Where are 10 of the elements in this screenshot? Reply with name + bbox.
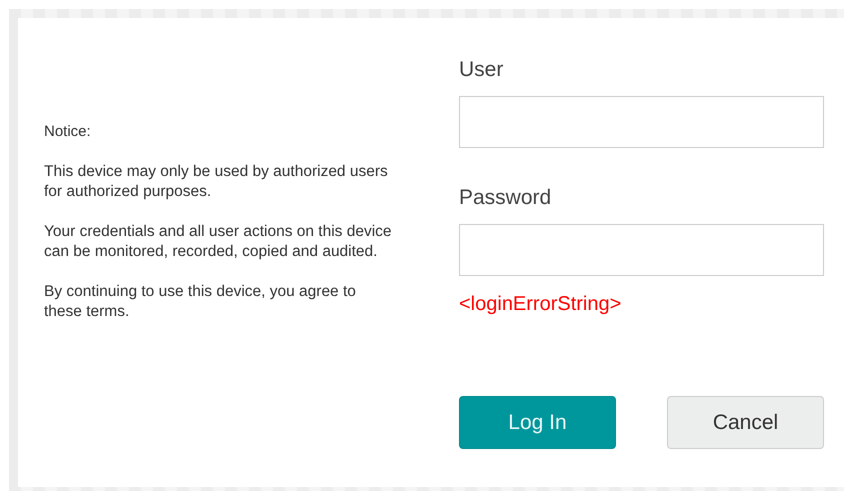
notice-paragraph: By continuing to use this device, you agree to these terms. (44, 282, 357, 322)
cancel-button[interactable]: Cancel (667, 396, 824, 449)
error-message: <loginErrorString> (459, 292, 622, 316)
notice-title: Notice: (44, 122, 92, 142)
input-field[interactable] (459, 224, 824, 276)
field-label: User (459, 58, 504, 82)
notice-paragraph: This device may only be used by authorized users for authorized purposes. (44, 162, 389, 202)
field-label: Password (459, 186, 552, 210)
input-field[interactable] (459, 96, 824, 148)
notice-paragraph: Your credentials and all user actions on this device can be monitored, recorded, copied and audited. (44, 222, 393, 262)
